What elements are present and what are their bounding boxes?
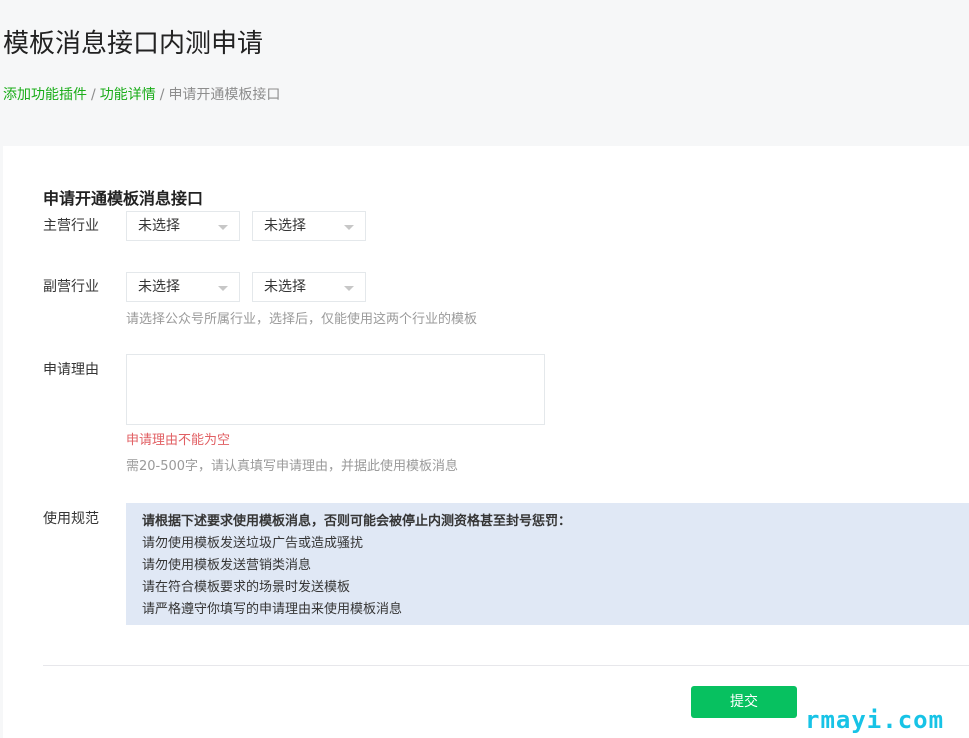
- rules-item: 请严格遵守你填写的申请理由来使用模板消息: [142, 602, 403, 617]
- divider: [43, 665, 969, 666]
- select-value: 未选择: [264, 218, 306, 234]
- breadcrumb-add-plugin-link[interactable]: 添加功能插件: [3, 87, 87, 103]
- reason-label: 申请理由: [43, 362, 99, 378]
- breadcrumb: 添加功能插件 / 功能详情 / 申请开通模板接口: [3, 85, 280, 105]
- industry-tip: 请选择公众号所属行业，选择后，仅能使用这两个行业的模板: [126, 312, 478, 327]
- select-value: 未选择: [264, 279, 306, 295]
- form-panel: 申请开通模板消息接口 主营行业 未选择 未选择 副营行业 未选择 未选择 请选择…: [3, 146, 969, 738]
- select-value: 未选择: [138, 218, 180, 234]
- rules-heading: 请根据下述要求使用模板消息，否则可能会被停止内测资格甚至封号惩罚：: [142, 514, 572, 529]
- rules-item: 请在符合模板要求的场景时发送模板: [142, 580, 351, 595]
- page-title: 模板消息接口内测申请: [3, 29, 264, 59]
- reason-tip: 需20-500字，请认真填写申请理由，并据此使用模板消息: [126, 459, 459, 474]
- dropdown-arrow-icon: [344, 225, 354, 230]
- breadcrumb-separator: /: [159, 87, 165, 103]
- secondary-industry-label: 副营行业: [43, 279, 99, 295]
- section-title: 申请开通模板消息接口: [43, 189, 204, 208]
- rules-label: 使用规范: [43, 511, 99, 527]
- breadcrumb-feature-detail-link[interactable]: 功能详情: [100, 87, 156, 103]
- breadcrumb-current: 申请开通模板接口: [168, 87, 281, 103]
- secondary-industry-select-2[interactable]: 未选择: [252, 272, 366, 302]
- rules-notice-box: 请根据下述要求使用模板消息，否则可能会被停止内测资格甚至封号惩罚： 请勿使用模板…: [126, 503, 969, 625]
- dropdown-arrow-icon: [344, 286, 354, 291]
- primary-industry-select-2[interactable]: 未选择: [252, 211, 366, 241]
- secondary-industry-select-1[interactable]: 未选择: [126, 272, 240, 302]
- rules-item: 请勿使用模板发送垃圾广告或造成骚扰: [142, 536, 364, 551]
- breadcrumb-separator: /: [91, 87, 96, 103]
- rules-item: 请勿使用模板发送营销类消息: [142, 558, 312, 573]
- submit-button[interactable]: 提交: [691, 686, 797, 718]
- dropdown-arrow-icon: [218, 225, 228, 230]
- reason-textarea[interactable]: [126, 354, 545, 425]
- select-value: 未选择: [138, 279, 180, 295]
- primary-industry-select-1[interactable]: 未选择: [126, 211, 240, 241]
- dropdown-arrow-icon: [218, 286, 228, 291]
- reason-error-message: 申请理由不能为空: [126, 433, 231, 448]
- primary-industry-label: 主营行业: [43, 218, 99, 234]
- watermark: rmayi.com: [805, 706, 945, 734]
